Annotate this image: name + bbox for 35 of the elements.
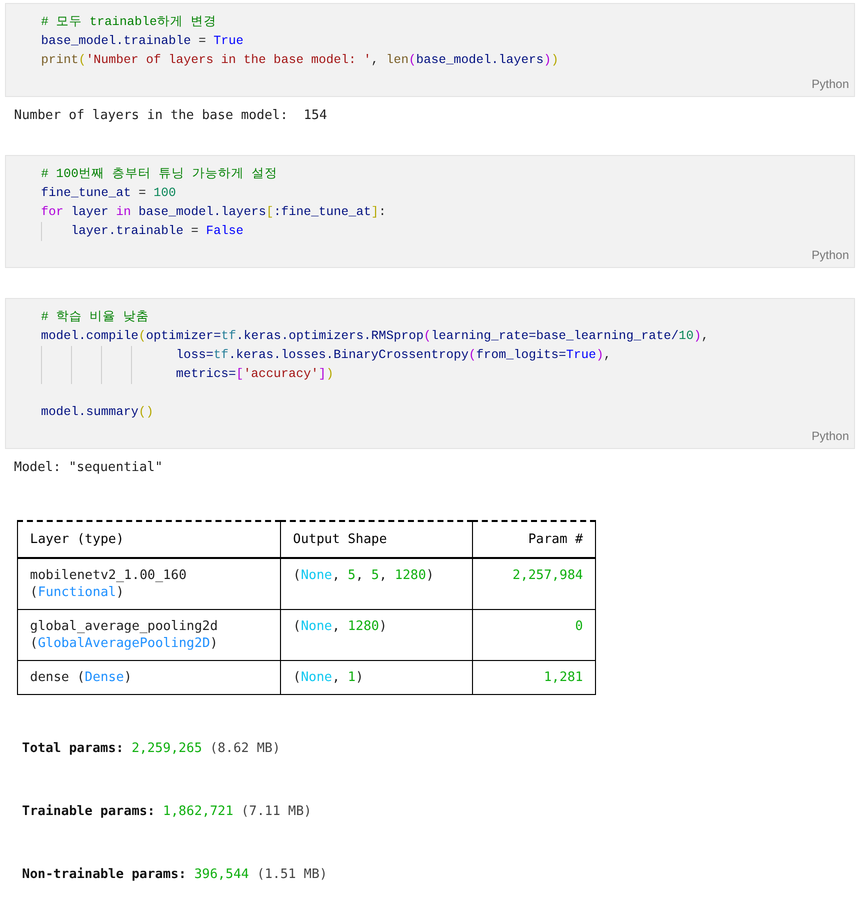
- column-header: Param #: [472, 521, 596, 558]
- table-cell: mobilenetv2_1.00_160 (Functional): [18, 558, 280, 610]
- table-cell: global_average_pooling2d (GlobalAveragePooling2D): [18, 610, 280, 660]
- table-cell: (None, 1280): [280, 610, 472, 660]
- code-line: loss=tf.keras.losses.BinaryCrossentropy(from_logits=True),: [6, 346, 612, 365]
- code-line: model.compile(optimizer=tf.keras.optimizers.RMSprop(learning_rate=base_learning_rate/10),: [40, 328, 709, 345]
- output-line: Non-trainable params: 396,544 (1.51 MB): [21, 866, 328, 884]
- table-cell: dense (Dense): [18, 660, 280, 694]
- language-label: Python: [812, 76, 849, 93]
- table-cell: (None, 5, 5, 1280): [280, 558, 472, 610]
- code-cell[interactable]: [5, 298, 855, 449]
- output-line: Total params: 2,259,265 (8.62 MB): [21, 740, 280, 758]
- code-line: layer.trainable = False: [6, 222, 244, 241]
- code-line: # 100번째 층부터 튜닝 가능하게 설정: [40, 166, 278, 183]
- code-line: fine_tune_at = 100: [40, 185, 176, 202]
- code-line: print('Number of layers in the base model: ', len(base_model.layers)): [40, 52, 559, 69]
- code-line: model.summary(): [40, 404, 154, 421]
- column-header: Output Shape: [280, 521, 472, 558]
- code-line: # 모두 trainable하게 변경: [40, 14, 217, 31]
- language-label: Python: [812, 247, 849, 264]
- table-cell: 1,281: [472, 660, 596, 694]
- code-line: # 학습 비율 낮춤: [40, 309, 150, 326]
- output-line: Model: "sequential": [13, 459, 163, 477]
- language-label: Python: [812, 428, 849, 445]
- code-line: for layer in base_model.layers[:fine_tune_at]:: [40, 204, 386, 221]
- code-cell[interactable]: # 모두 trainable하게 변경 base_model.trainable = True print('Number of layers in the base model: ', len(base_model.layers)) Python: [5, 3, 855, 97]
- table-cell: 2,257,984: [472, 558, 596, 610]
- code-line: metrics=['accuracy']): [6, 365, 334, 384]
- table-cell: (None, 1): [280, 660, 472, 694]
- code-line: base_model.trainable = True: [40, 33, 244, 50]
- output-line: Number of layers in the base model: 154: [13, 107, 328, 125]
- code-cell[interactable]: # 100번째 층부터 튜닝 가능하게 설정 fine_tune_at = 100 for layer in base_model.layers[:fine_tune_at]: layer.trainable = False Python: [5, 155, 855, 268]
- table-cell: 0: [472, 610, 596, 660]
- column-header: Layer (type): [18, 521, 280, 558]
- output-line: Trainable params: 1,862,721 (7.11 MB): [21, 803, 312, 821]
